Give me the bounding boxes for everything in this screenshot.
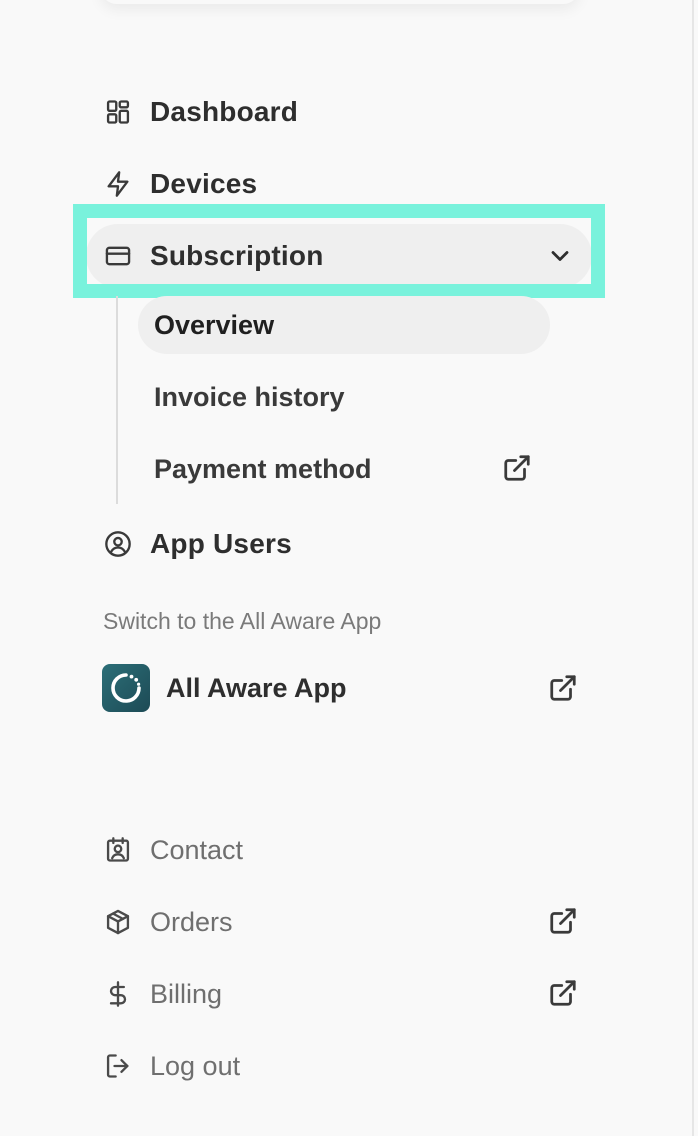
contact-icon	[102, 834, 134, 866]
all-aware-logo	[102, 664, 150, 712]
submenu-guide-line	[116, 296, 118, 504]
nav-item-log-out[interactable]: Log out	[102, 1040, 592, 1092]
external-link-icon[interactable]	[548, 906, 578, 936]
logout-icon	[102, 1050, 134, 1082]
sub-item-label: Overview	[154, 309, 275, 340]
nav-item-label: App Users	[150, 528, 292, 559]
nav-item-app-users[interactable]: App Users	[86, 512, 592, 576]
external-link-icon[interactable]	[548, 673, 578, 703]
nav-item-label: Devices	[150, 168, 258, 199]
sidebar-border	[692, 0, 694, 1136]
nav-item-label: Log out	[150, 1050, 241, 1081]
app-name: All Aware App	[166, 672, 347, 703]
user-circle-icon	[102, 528, 134, 560]
nav-item-billing[interactable]: Billing	[102, 968, 592, 1020]
sub-item-overview[interactable]: Overview	[138, 296, 550, 354]
dollar-icon	[102, 978, 134, 1010]
sub-item-label: Payment method	[154, 453, 372, 484]
external-link-icon[interactable]	[502, 453, 532, 483]
sub-item-label: Invoice history	[154, 381, 345, 412]
all-aware-app-link[interactable]: All Aware App	[102, 662, 592, 714]
box-icon	[102, 906, 134, 938]
nav-item-label: Billing	[150, 978, 223, 1009]
switch-section-label: Switch to the All Aware App	[103, 608, 382, 634]
nav-item-label: Orders	[150, 906, 233, 937]
lightning-icon	[102, 168, 134, 200]
sub-item-payment-method[interactable]: Payment method	[138, 440, 550, 498]
nav-item-contact[interactable]: Contact	[102, 824, 592, 876]
sub-item-invoice-history[interactable]: Invoice history	[138, 368, 550, 426]
external-link-icon[interactable]	[548, 978, 578, 1008]
nav-item-orders[interactable]: Orders	[102, 896, 592, 948]
top-shadow	[100, 0, 580, 4]
highlight-box	[73, 204, 605, 298]
nav-item-dashboard[interactable]: Dashboard	[86, 80, 592, 144]
nav-item-label: Dashboard	[150, 96, 299, 127]
dashboard-icon	[102, 96, 134, 128]
nav-item-label: Contact	[150, 834, 244, 865]
